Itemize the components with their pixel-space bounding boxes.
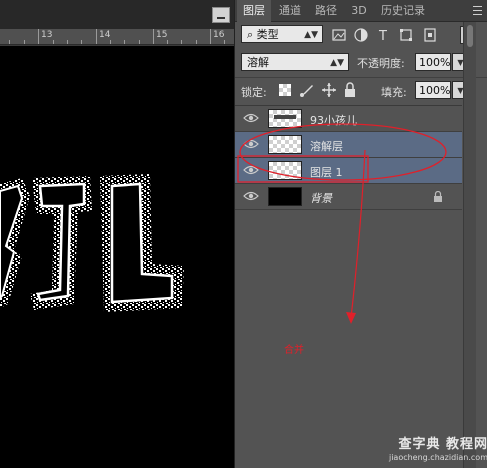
canvas[interactable] xyxy=(0,46,234,468)
lock-move-icon[interactable] xyxy=(321,82,337,98)
smart-object-filter-icon[interactable] xyxy=(422,27,438,43)
svg-text:T: T xyxy=(378,29,387,43)
opacity-field[interactable]: 100% xyxy=(415,53,451,71)
layer-thumbnail-transparent xyxy=(268,135,302,154)
layers-scrollbar[interactable] xyxy=(463,22,476,468)
lock-all-icon[interactable] xyxy=(343,82,357,98)
ruler-tick xyxy=(96,29,97,44)
lock-transparent-icon[interactable] xyxy=(279,84,291,96)
fill-field[interactable]: 100% xyxy=(415,81,451,99)
layer-filter-kind-select[interactable]: ⌕ 类型 ▲▼ xyxy=(241,25,323,43)
watermark: 查字典 教程网 jiaocheng.chazidian.com xyxy=(353,433,487,462)
watermark-url: jiaocheng.chazidian.com xyxy=(388,453,487,462)
layer-row-dissolve[interactable]: 溶解层 xyxy=(235,132,462,158)
filter-kind-label: 类型 xyxy=(256,28,279,41)
glyph-right xyxy=(100,174,184,312)
layer-name: 溶解层 xyxy=(310,140,343,153)
eye-icon[interactable] xyxy=(243,138,259,150)
document-title-bar xyxy=(0,0,234,29)
layer-row-background[interactable]: 背景 xyxy=(235,184,462,210)
image-filter-icon[interactable] xyxy=(331,27,347,43)
blend-mode-value: 溶解 xyxy=(247,56,269,69)
tab-history[interactable]: 历史记录 xyxy=(375,0,431,22)
ruler-label: 14 xyxy=(99,30,111,40)
eye-icon[interactable] xyxy=(243,164,259,176)
ruler-tick xyxy=(210,29,211,44)
layer-name: 背景 xyxy=(310,192,332,205)
horizontal-ruler: 13 14 15 16 xyxy=(0,29,234,45)
type-filter-icon[interactable]: T xyxy=(376,27,392,44)
dissolved-text-artwork xyxy=(0,174,184,312)
tab-layers[interactable]: 图层 xyxy=(237,0,271,22)
eye-icon[interactable] xyxy=(243,112,259,124)
annotation-arrow-head xyxy=(346,312,356,324)
tab-3d[interactable]: 3D xyxy=(345,0,373,22)
ruler-tick xyxy=(38,29,39,44)
chevron-down-icon: ▲▼ xyxy=(304,30,318,40)
scrollbar-thumb[interactable] xyxy=(467,25,473,47)
lock-label: 锁定: xyxy=(241,86,267,99)
chevron-down-icon: ▲▼ xyxy=(330,58,344,68)
blend-mode-select[interactable]: 溶解 ▲▼ xyxy=(241,53,349,71)
ruler-label: 13 xyxy=(41,30,53,40)
opacity-label: 不透明度: xyxy=(357,57,405,70)
lock-icon xyxy=(434,191,442,202)
glyph-middle xyxy=(30,176,92,310)
fill-label: 填充: xyxy=(381,86,407,99)
layer-name: 图层 1 xyxy=(310,166,343,179)
minimize-button[interactable] xyxy=(212,7,230,23)
layer-row-93xiaohaier[interactable]: 93小孩儿 xyxy=(235,106,462,132)
layers-panel: 图层 通道 路径 3D 历史记录 ⌕ 类型 ▲▼ T 溶解 ▲▼ 不透明度: 1… xyxy=(234,0,487,468)
shape-filter-icon[interactable] xyxy=(398,27,414,43)
panel-tab-bar: 图层 通道 路径 3D 历史记录 xyxy=(235,0,487,22)
layer-thumbnail-black xyxy=(268,187,302,206)
layer-name: 93小孩儿 xyxy=(310,114,357,127)
glyph-partial-left xyxy=(0,178,30,308)
panel-menu-icon[interactable] xyxy=(466,4,482,18)
ruler-label: 16 xyxy=(213,30,225,40)
search-icon: ⌕ xyxy=(247,28,254,41)
ruler-tick xyxy=(153,29,154,44)
lock-paint-icon[interactable] xyxy=(299,82,315,98)
tab-paths[interactable]: 路径 xyxy=(309,0,343,22)
layer-thumbnail-transparent xyxy=(268,161,302,180)
watermark-title: 查字典 教程网 xyxy=(398,437,487,452)
annotation-label: 合并 xyxy=(284,345,304,356)
ruler-label: 15 xyxy=(156,30,168,40)
adjustment-filter-icon[interactable] xyxy=(353,27,369,43)
layer-thumbnail-text xyxy=(268,109,302,128)
tab-channels[interactable]: 通道 xyxy=(273,0,307,22)
layer-row-layer1[interactable]: 图层 1 xyxy=(235,158,462,184)
eye-icon[interactable] xyxy=(243,190,259,202)
